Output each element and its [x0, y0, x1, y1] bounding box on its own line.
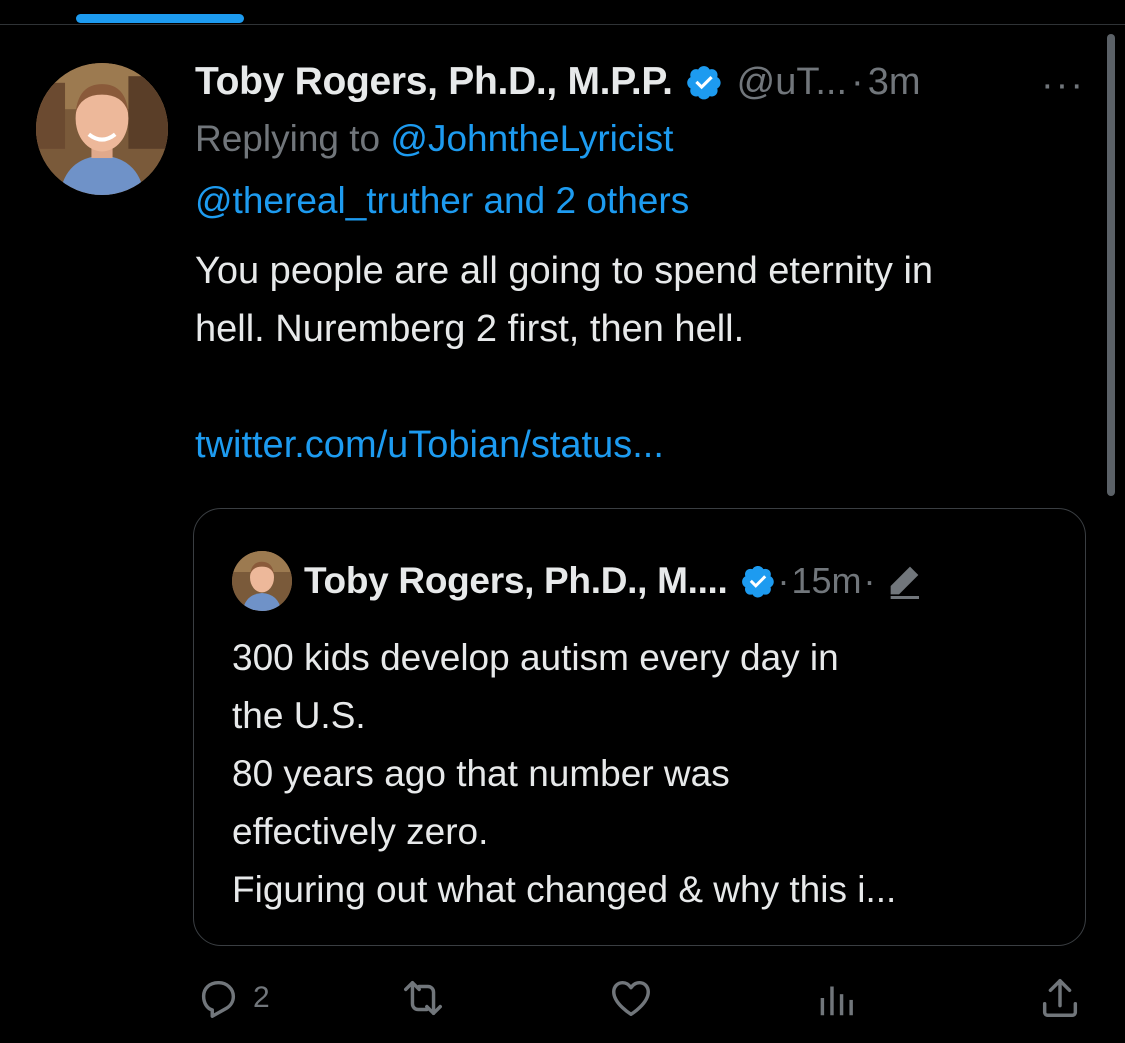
retweet-button[interactable]: [400, 975, 446, 1021]
quoted-text-line: effectively zero.: [232, 811, 489, 852]
retweet-icon: [404, 980, 442, 1016]
quoted-text-line: the U.S.: [232, 695, 366, 736]
quoted-timestamp: 15m: [791, 560, 862, 601]
replying-to-label: Replying to: [195, 118, 391, 159]
quoted-author-avatar: [232, 551, 292, 611]
tweet-text-line: You people are all going to spend eterni…: [195, 250, 934, 292]
reply-icon: [201, 980, 236, 1018]
quoted-text-line: 80 years ago that number was: [232, 753, 730, 794]
quoted-header-separator: ·: [863, 560, 876, 601]
quoted-text-line: Figuring out what changed & why this i..…: [232, 869, 897, 910]
scrollbar[interactable]: [1107, 34, 1115, 496]
replying-to-others: @thereal_truther and 2 others: [195, 170, 1085, 232]
share-icon: [1042, 979, 1078, 1017]
tweet-timestamp[interactable]: 3m: [868, 61, 921, 104]
quoted-tweet-card[interactable]: Toby Rogers, Ph.D., M.... · 15m · 300 ki…: [193, 508, 1086, 946]
author-avatar[interactable]: [36, 63, 168, 195]
like-icon: [612, 980, 650, 1017]
replying-to: Replying to @JohntheLyricist: [195, 108, 1085, 170]
verified-badge-icon: [685, 63, 723, 101]
tweet-link[interactable]: twitter.com/uTobian/status...: [195, 416, 1085, 474]
tweet-text: You people are all going to spend eterni…: [195, 242, 1085, 358]
tweet-text-line: hell. Nuremberg 2 first, then hell.: [195, 308, 745, 350]
tweet-header: Toby Rogers, Ph.D., M.P.P. @uT... · 3m: [195, 56, 1085, 108]
reply-mention-link[interactable]: @JohntheLyricist: [390, 118, 673, 159]
quoted-header-separator: ·: [777, 560, 790, 601]
top-navigation-bar: [0, 0, 1125, 25]
reply-count: 2: [253, 981, 270, 1014]
tweet-actions-bar: 2: [195, 975, 1090, 1030]
active-tab-indicator: [76, 14, 244, 23]
share-button[interactable]: [1037, 975, 1083, 1021]
views-button[interactable]: [813, 975, 859, 1021]
verified-badge-icon: [740, 563, 776, 599]
quoted-tweet-text: 300 kids develop autism every day in the…: [232, 629, 1052, 919]
header-separator: ·: [851, 60, 864, 103]
more-options-icon[interactable]: ···: [1041, 64, 1085, 107]
reply-mentions-others-link[interactable]: @thereal_truther and 2 others: [195, 180, 689, 221]
quoted-author-name: Toby Rogers, Ph.D., M....: [304, 560, 728, 601]
like-button[interactable]: [608, 975, 654, 1021]
author-handle[interactable]: @uT...: [737, 61, 847, 104]
edited-pencil-icon: [884, 561, 924, 601]
quoted-text-line: 300 kids develop autism every day in: [232, 637, 839, 678]
author-name[interactable]: Toby Rogers, Ph.D., M.P.P.: [195, 60, 673, 104]
quoted-tweet-header: Toby Rogers, Ph.D., M.... · 15m ·: [232, 551, 924, 611]
tweet-content: Toby Rogers, Ph.D., M.P.P. @uT... · 3m ·…: [195, 56, 1085, 474]
views-icon: [820, 986, 853, 1016]
reply-button[interactable]: 2: [195, 975, 270, 1021]
